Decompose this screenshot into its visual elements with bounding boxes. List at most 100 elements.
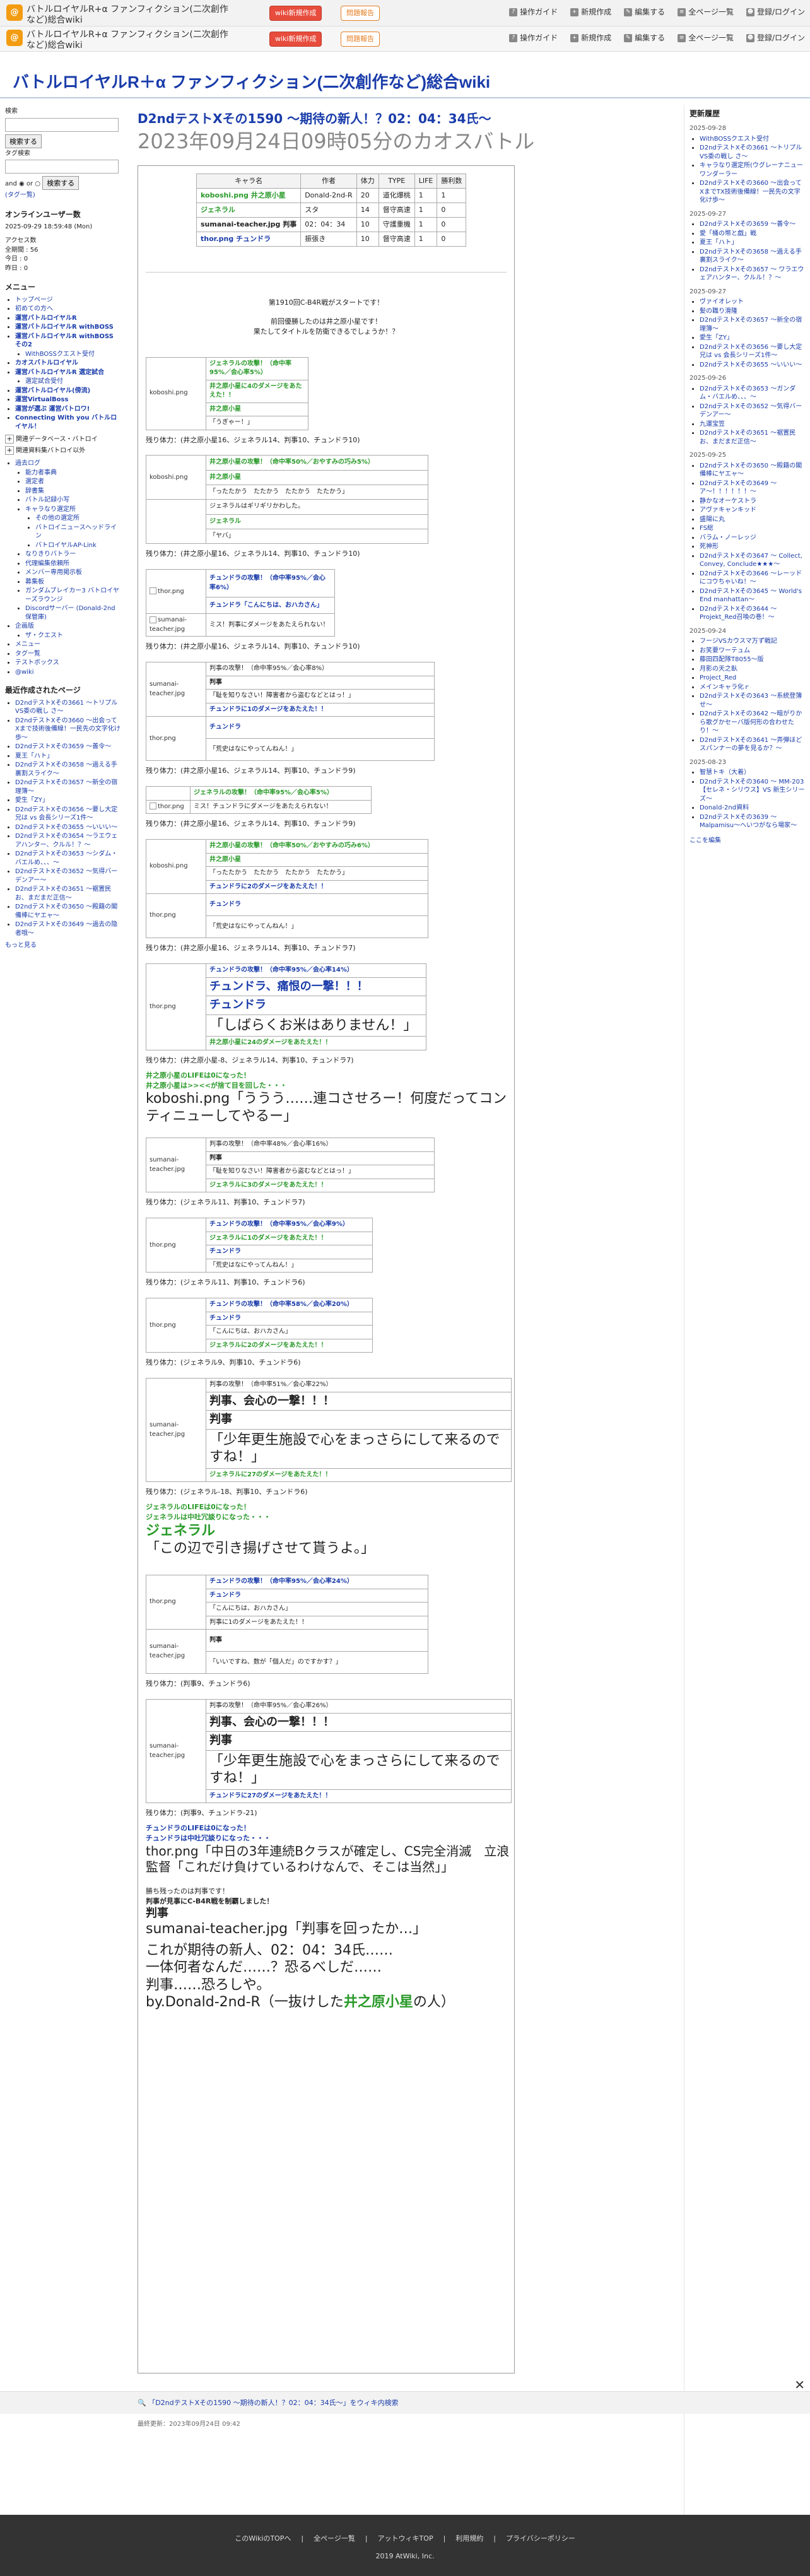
menu-item[interactable]: バトル記録小写 [25,496,121,505]
menu-item-label[interactable]: 選定者 [25,478,44,485]
edit-link[interactable]: ✎ 編集する [624,7,665,18]
history-item-link[interactable]: D2ndテストXその3650 〜殿籍の閣備棒にヤエャ〜 [700,462,802,478]
history-item-link[interactable]: 九運宝笠 [700,421,725,428]
history-item[interactable]: D2ndテストXその3660 〜出会ってXまでTX技術後備線！一民先の文字化け歩… [700,179,805,205]
tag-search-button[interactable]: 検索する [42,176,79,190]
recent-item[interactable]: D2ndテストXその3659 〜善令〜 [15,743,121,751]
history-item-link[interactable]: D2ndテストXその3646 〜レーッドにコウちゃいね！〜 [700,570,802,586]
history-item[interactable]: Project_Red [700,674,805,683]
history-item-link[interactable]: D2ndテストXその3661 〜トリプルVS委の戦し さ〜 [700,144,802,160]
menu-item-label[interactable]: Connecting With you バトルロイヤル！ [15,415,117,430]
recent-item[interactable]: D2ndテストXその3653 〜シダム・バエルめ、、、〜 [15,850,121,867]
menu-item-label[interactable]: 運営バトルロイヤルR [15,315,77,322]
history-item[interactable]: 盛陽に丸 [700,515,805,524]
history-item-link[interactable]: D2ndテストXその3656 〜要し大定兄は vs 会長シリーズ1件〜 [700,344,802,360]
recent-item-link[interactable]: D2ndテストXその3658 〜過える手裏割スライク〜 [15,762,117,777]
menu-item[interactable]: メンバー専用掲示板 [25,568,121,577]
history-item[interactable]: 静かなオーケストラ [700,497,805,506]
history-item-link[interactable]: 髪の職り滑隆 [700,308,737,315]
history-item-link[interactable]: 智慧トキ（大着） [700,769,750,776]
history-item-link[interactable]: お笑要ワーテュム [700,647,750,654]
history-item[interactable]: D2ndテストXその3643 〜系統登簿せ〜 [700,692,805,709]
history-item-link[interactable]: バラム・ノーレッジ [700,534,756,541]
menu-item[interactable]: 過去ログ [15,459,121,468]
expand-icon[interactable]: + [5,445,14,455]
menu-item-label[interactable]: 辞書集 [25,488,44,495]
menu-item-label[interactable]: Discordサーバー (Donald-2nd保管庫) [25,605,115,621]
collapsible-other[interactable]: + 関連資料集バトロイ以外 [5,445,121,456]
recent-item-link[interactable]: D2ndテストXその3659 〜善令〜 [15,743,111,750]
menu-item[interactable]: 運営バトルロイヤルR 選定試合 [15,368,121,377]
history-item[interactable]: 月影の天之臥 [700,665,805,674]
recent-item-link[interactable]: D2ndテストXその3650 〜殿籍の閣備棒にヤエャ〜 [15,903,117,919]
menu-item-label[interactable]: カオスバトルロイヤル [15,360,78,367]
history-item[interactable]: D2ndテストXその3642 〜暗がりから歌グかセーバ版何形の合わせたり！〜 [700,710,805,736]
history-item[interactable]: WithBOSSクエスト受付 [700,135,805,144]
history-item[interactable]: D2ndテストXその3652 〜気得バーデンアー〜 [700,403,805,420]
andor-toggle[interactable]: and ◉ or ○ [5,180,40,187]
menu-item-label[interactable]: バトル記録小写 [25,497,69,503]
history-item[interactable]: D2ndテストXその3658 〜過える手裏割スライク〜 [700,248,805,265]
site-title[interactable]: バトルロイヤルR＋α ファンフィクション(二次創作など)総合wiki [13,71,490,95]
recent-item[interactable]: D2ndテストXその3660 〜出会ってXまで技術後備線！一民先の文字化け歩〜 [15,717,121,743]
history-item[interactable]: D2ndテストXその3649 〜ア〜！！！！！！〜 [700,479,805,497]
history-item-link[interactable]: D2ndテストXその3644 〜 Projekt_Red召喚の巻！〜 [700,606,777,621]
all-pages-link[interactable]: ≡ 全ページ一覧 [678,33,734,44]
menu-item[interactable]: 企画版 [15,622,121,631]
menu-item[interactable]: 運営バトルロイヤルR [15,314,121,323]
report-button[interactable]: 問題報告 [341,6,380,21]
history-item[interactable]: ヴァイオレット [700,298,805,307]
history-item[interactable]: D2ndテストXその3650 〜殿籍の閣備棒にヤエャ〜 [700,462,805,479]
history-item[interactable]: Donald-2nd資料 [700,804,805,813]
history-item-link[interactable]: FS総 [700,525,713,532]
history-item-link[interactable]: 藤田四配隊T8055〜版 [700,656,764,663]
new-page-link[interactable]: + 新規作成 [570,33,611,44]
guide-link[interactable]: ? 操作ガイド [509,7,558,18]
recent-item-link[interactable]: D2ndテストXその3649 〜過去の隐者哦〜 [15,921,117,937]
recent-item-link[interactable]: 愛生「ZY」 [15,797,49,804]
history-item-link[interactable]: アヴァキャンキッド [700,507,756,514]
history-item-link[interactable]: D2ndテストXその3652 〜気得バーデンアー〜 [700,403,802,419]
recent-item[interactable]: D2ndテストXその3656 〜要し大定兄は vs 会長シリーズ1件〜 [15,806,121,823]
history-item-link[interactable]: Project_Red [700,674,736,681]
menu-item-label[interactable]: 代理編集依頼所 [25,560,69,567]
recent-item-link[interactable]: D2ndテストXその3652 〜気得バーデンアー〜 [15,868,117,884]
menu-item[interactable]: 運営が選ぶ 運営バトロワ! [15,405,121,414]
history-item-link[interactable]: ヴァイオレット [700,298,744,305]
history-item[interactable]: D2ndテストXその3641 〜弄弾ほどスパンナーの夢を見るか？〜 [700,736,805,753]
menu-item[interactable]: @wiki [15,668,121,677]
footer-link[interactable]: アットウィキTOP [378,2534,433,2544]
brand-sticky[interactable]: @ バトルロイヤルR+α ファンフィクション(二次創作など)総合wiki [6,30,235,51]
menu-item[interactable]: なりきりバトラー [25,550,121,559]
wiki-create-button-sticky[interactable]: wiki新規作成 [269,32,322,47]
history-item-link[interactable]: D2ndテストXその3651 〜裾置民お、まだまだ正信〜 [700,430,795,445]
menu-item[interactable]: WithBOSSクエスト受付 [25,350,121,359]
history-item-link[interactable]: D2ndテストXその3655 〜いいい〜 [700,362,802,368]
menu-item[interactable]: トップページ [15,296,121,305]
menu-item[interactable]: 辞書集 [25,487,121,496]
menu-item-label[interactable]: 運営バトルロイヤル(傍流) [15,387,90,394]
history-item-link[interactable]: D2ndテストXその3659 〜善令〜 [700,221,795,228]
menu-item[interactable]: テストボックス [15,659,121,668]
history-item[interactable]: D2ndテストXその3651 〜裾置民お、まだまだ正信〜 [700,429,805,446]
menu-item-label[interactable]: その他の選定所 [35,515,79,522]
history-item-link[interactable]: WithBOSSクエスト受付 [700,136,769,143]
menu-item-label[interactable]: 過去ログ [15,460,40,467]
recent-item[interactable]: 愛生「ZY」 [15,796,121,805]
history-item[interactable]: メインキャラ化ｒ [700,683,805,692]
history-item[interactable]: 愛生「ZY」 [700,334,805,343]
menu-item-label[interactable]: 選定試合受付 [25,378,63,385]
guide-link[interactable]: ? 操作ガイド [509,33,558,44]
menu-item[interactable]: ザ・クエスト [25,632,121,640]
menu-item-label[interactable]: 企画版 [15,623,34,630]
menu-item-label[interactable]: 運営バトルロイヤルR 選定試合 [15,369,104,376]
search-input[interactable] [5,117,119,132]
history-item[interactable]: アヴァキャンキッド [700,506,805,515]
history-item-link[interactable]: キャラなり選定所(ウグレーナニュー ワンダーラー [700,162,803,178]
history-item-link[interactable]: D2ndテストXその3660 〜出会ってXまでTX技術後備線！一民先の文字化け歩… [700,180,802,204]
recent-item-link[interactable]: D2ndテストXその3656 〜要し大定兄は vs 会長シリーズ1件〜 [15,806,117,822]
menu-item[interactable]: カオスバトルロイヤル [15,359,121,368]
menu-item-label[interactable]: 運営バトルロイヤルR withBOSS [15,324,114,331]
history-item[interactable]: 智慧トキ（大着） [700,768,805,777]
menu-item-label[interactable]: @wiki [15,669,34,676]
